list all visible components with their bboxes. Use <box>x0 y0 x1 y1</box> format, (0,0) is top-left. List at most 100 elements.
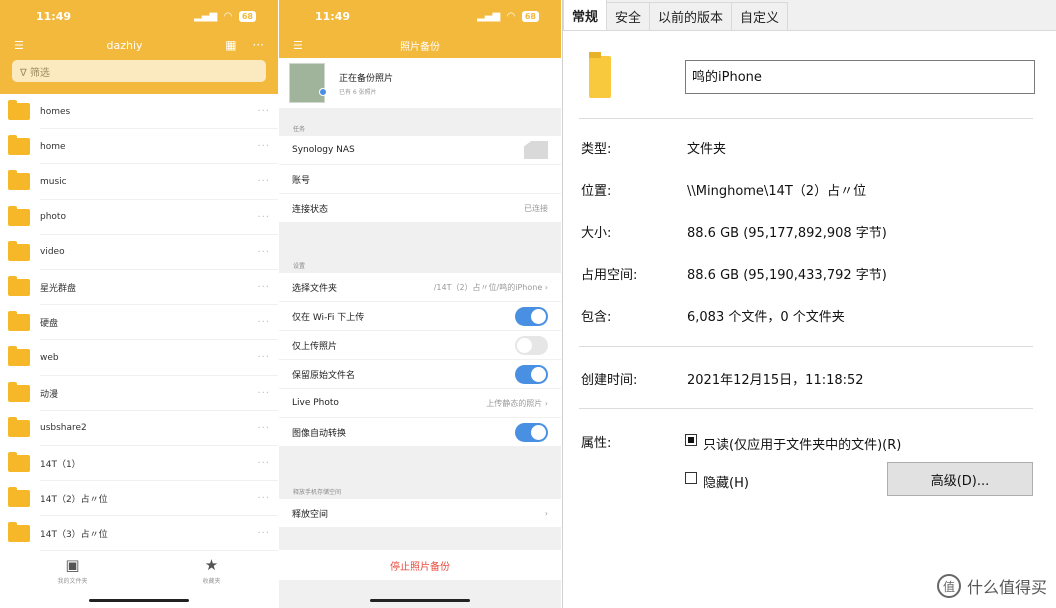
more-icon[interactable]: ··· <box>257 141 270 152</box>
photo-backup-header: 11:49 ▂▄▆ ◠ 68 ☰ 照片备份 <box>279 0 561 58</box>
nav-bar: ☰ 照片备份 <box>279 32 561 58</box>
tab-my-folders[interactable]: ▣ 我的文件夹 <box>57 552 87 608</box>
folder-list-item[interactable]: 14T（1） ··· <box>0 446 278 482</box>
folder-list-item[interactable]: 硬盘 ··· <box>0 305 278 341</box>
type-value: 文件夹 <box>687 142 727 157</box>
contains-value: 6,083 个文件，0 个文件夹 <box>687 310 845 325</box>
signal-icon: ▂▄▆ <box>477 10 501 22</box>
tab-security[interactable]: 安全 <box>606 2 651 30</box>
settings-row-label: 账号 <box>292 175 311 186</box>
home-indicator <box>89 599 189 602</box>
folder-icon <box>8 416 30 437</box>
tab-general[interactable]: 常规 <box>563 0 608 30</box>
nav-bar: ☰ dazhiy ▦ ··· <box>0 32 278 58</box>
page-title: 照片备份 <box>400 41 440 53</box>
folder-list-item[interactable]: music ··· <box>0 164 278 200</box>
more-icon[interactable]: ··· <box>257 317 270 328</box>
folder-list-item[interactable]: 14T（2）占〃位 ··· <box>0 481 278 517</box>
more-icon[interactable]: ··· <box>257 212 270 223</box>
backup-settings: 任务 Synology NAS 账号 连接状态 已连接 设置 选择文件夹/14T（2）占〃位… <box>279 108 561 528</box>
settings-row[interactable]: 仅在 Wi-Fi 下上传 <box>279 302 561 331</box>
folder-icon <box>8 135 30 156</box>
readonly-checkbox-row[interactable]: 只读(仅应用于文件夹中的文件)(R) <box>685 434 901 453</box>
folder-icon <box>8 240 30 261</box>
location-value: \\Minghome\14T（2）占〃位 <box>687 184 867 199</box>
folder-name: homes <box>40 106 71 117</box>
folder-icon <box>8 205 30 226</box>
settings-row[interactable]: 账号 <box>279 165 561 194</box>
more-icon[interactable]: ··· <box>253 38 264 52</box>
hidden-checkbox[interactable] <box>685 472 697 484</box>
more-icon[interactable]: ··· <box>257 106 270 117</box>
toggle-switch[interactable] <box>515 364 548 384</box>
toggle-switch[interactable] <box>515 422 548 442</box>
settings-row-label: 保留原始文件名 <box>292 370 356 381</box>
toggle-switch[interactable] <box>515 335 548 355</box>
folder-icon <box>8 451 30 472</box>
more-icon[interactable]: ··· <box>257 493 270 504</box>
settings-row[interactable]: 释放空间 › <box>279 499 561 528</box>
folder-icon <box>8 170 30 191</box>
folder-list-item[interactable]: homes ··· <box>0 94 278 130</box>
more-icon[interactable]: ··· <box>257 352 270 363</box>
more-icon[interactable]: ··· <box>257 247 270 258</box>
more-icon[interactable]: ··· <box>257 282 270 293</box>
folder-name: usbshare2 <box>40 423 87 434</box>
settings-row-value: /14T（2）占〃位/鸣的iPhone › <box>433 282 548 292</box>
status-time: 11:49 <box>315 9 351 23</box>
advanced-button[interactable]: 高级(D)... <box>887 462 1033 496</box>
qr-code-icon[interactable]: ▦ <box>225 38 236 52</box>
toggle-switch[interactable] <box>515 306 548 326</box>
type-row: 类型: 文件夹 <box>581 138 726 157</box>
folder-list-item[interactable]: web ··· <box>0 340 278 376</box>
folder-list-item[interactable]: 动漫 ··· <box>0 376 278 411</box>
disk-size-label: 占用空间: <box>581 268 638 283</box>
file-browser-phone: 11:49 ▂▄▆ ◠ 68 ☰ dazhiy ▦ ··· ∇ 筛选 homes… <box>0 0 278 608</box>
filter-input[interactable]: ∇ 筛选 <box>12 60 266 82</box>
watermark: 值 什么值得买 <box>936 574 1047 598</box>
tab-favorites[interactable]: ★ 收藏夹 <box>202 552 220 608</box>
tab-customize[interactable]: 自定义 <box>731 2 789 30</box>
folder-name-input[interactable]: 鸣的iPhone <box>685 60 1035 94</box>
folder-icon <box>8 487 30 508</box>
more-icon[interactable]: ··· <box>257 458 270 469</box>
folder-name: 14T（2）占〃位 <box>40 495 108 506</box>
more-icon[interactable]: ··· <box>257 176 270 187</box>
divider <box>579 118 1033 119</box>
readonly-checkbox[interactable] <box>685 434 697 446</box>
settings-row[interactable]: 保留原始文件名 <box>279 360 561 389</box>
folder-name: music <box>40 176 67 187</box>
folder-list-item[interactable]: 14T（3）占〃位 ··· <box>0 516 278 552</box>
tab-previous-versions[interactable]: 以前的版本 <box>649 2 733 30</box>
settings-row[interactable]: Synology NAS <box>279 136 561 165</box>
settings-row-value: › <box>544 508 548 518</box>
hidden-checkbox-row[interactable]: 隐藏(H) <box>685 472 749 491</box>
settings-row[interactable]: Live Photo 上传静态的照片 › <box>279 389 561 418</box>
settings-row[interactable]: 连接状态 已连接 <box>279 194 561 223</box>
size-label: 大小: <box>581 226 612 241</box>
folder-name: 14T（1） <box>40 459 81 470</box>
disk-size-row: 占用空间: 88.6 GB (95,190,433,792 字节) <box>581 264 887 283</box>
settings-row[interactable]: 图像自动转换 <box>279 418 561 447</box>
settings-row-label: Synology NAS <box>292 145 355 155</box>
settings-row[interactable]: 选择文件夹/14T（2）占〃位/鸣的iPhone › <box>279 273 561 302</box>
type-label: 类型: <box>581 142 612 157</box>
backup-status-card[interactable]: 正在备份照片 已有 6 张照片 <box>279 58 561 108</box>
settings-row[interactable]: 仅上传照片 <box>279 331 561 360</box>
stop-backup-button[interactable]: 停止照片备份 <box>279 550 561 580</box>
folder-list-item[interactable]: video ··· <box>0 235 278 271</box>
backup-title: 正在备份照片 <box>339 73 394 84</box>
location-label: 位置: <box>581 184 612 199</box>
size-row: 大小: 88.6 GB (95,177,892,908 字节) <box>581 222 887 241</box>
battery-icon: 68 <box>521 10 539 22</box>
menu-icon[interactable]: ☰ <box>14 39 24 52</box>
folder-list-item[interactable]: usbshare2 ··· <box>0 411 278 447</box>
file-browser-header: 11:49 ▂▄▆ ◠ 68 ☰ dazhiy ▦ ··· ∇ 筛选 <box>0 0 278 94</box>
photo-thumbnail <box>289 63 327 103</box>
folder-list-item[interactable]: photo ··· <box>0 200 278 235</box>
more-icon[interactable]: ··· <box>257 528 270 539</box>
folder-list-item[interactable]: home ··· <box>0 129 278 165</box>
more-icon[interactable]: ··· <box>257 388 270 399</box>
folder-list-item[interactable]: 星光群盘 ··· <box>0 270 278 306</box>
more-icon[interactable]: ··· <box>257 423 270 434</box>
